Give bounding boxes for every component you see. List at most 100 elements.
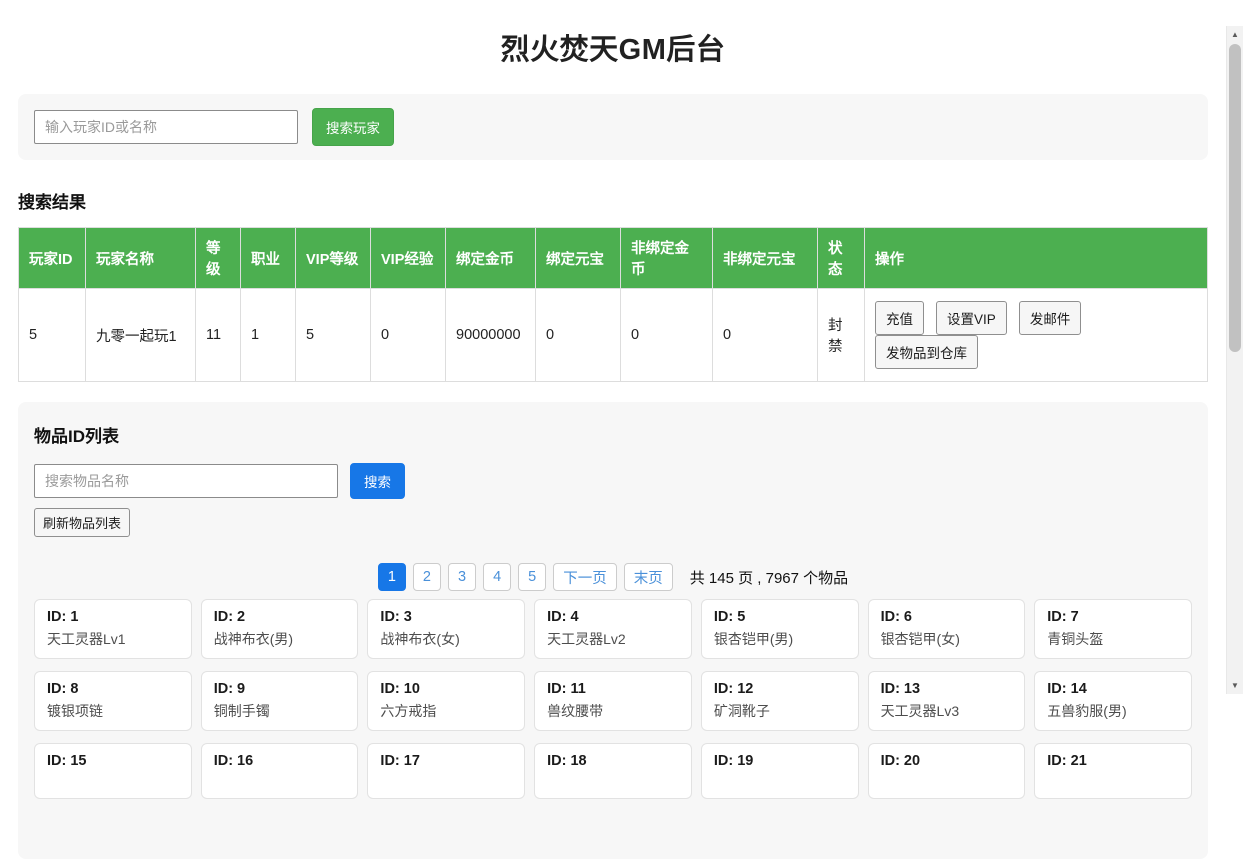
- item-name: 铜制手镯: [214, 701, 346, 721]
- actions-cell: 充值 设置VIP 发邮件 发物品到仓库: [865, 289, 1208, 382]
- set-vip-button[interactable]: 设置VIP: [936, 301, 1007, 335]
- item-id: ID: 2: [214, 609, 346, 625]
- item-card[interactable]: ID: 10 六方戒指: [367, 671, 525, 731]
- player-name-cell: 九零一起玩1: [86, 289, 196, 382]
- item-card[interactable]: ID: 3 战神布衣(女): [367, 599, 525, 659]
- bound-yuanbao-cell: 0: [536, 289, 621, 382]
- item-name: [547, 773, 679, 789]
- item-name: [1047, 773, 1179, 789]
- item-search-row: 搜索: [34, 463, 1192, 499]
- item-name: 天工灵器Lv3: [881, 701, 1013, 721]
- page-button-5[interactable]: 5: [518, 563, 546, 591]
- refresh-items-button[interactable]: 刷新物品列表: [34, 508, 130, 537]
- item-card[interactable]: ID: 1 天工灵器Lv1: [34, 599, 192, 659]
- item-id: ID: 20: [881, 753, 1013, 769]
- status-cell: 封禁: [818, 289, 865, 382]
- item-card[interactable]: ID: 4 天工灵器Lv2: [534, 599, 692, 659]
- search-player-button[interactable]: 搜索玩家: [312, 108, 394, 146]
- item-card[interactable]: ID: 5 银杏铠甲(男): [701, 599, 859, 659]
- scroll-up-icon[interactable]: ▲: [1227, 26, 1243, 43]
- scrollbar-thumb[interactable]: [1229, 44, 1241, 352]
- unbound-yuanbao-cell: 0: [713, 289, 818, 382]
- player-search-panel: 搜索玩家: [18, 94, 1208, 160]
- column-header: 非绑定金币: [621, 228, 713, 289]
- item-id: ID: 1: [47, 609, 179, 625]
- item-name: 战神布衣(女): [380, 629, 512, 649]
- item-card[interactable]: ID: 16: [201, 743, 359, 799]
- item-id: ID: 4: [547, 609, 679, 625]
- item-card[interactable]: ID: 2 战神布衣(男): [201, 599, 359, 659]
- player-id-cell: 5: [19, 289, 86, 382]
- item-name: [380, 773, 512, 789]
- column-header: 等级: [196, 228, 241, 289]
- page-button-1[interactable]: 1: [378, 563, 406, 591]
- items-panel: 物品ID列表 搜索 刷新物品列表 1 2 3 4 5 下一页 末页 共 145 …: [18, 402, 1208, 859]
- item-name: 六方戒指: [380, 701, 512, 721]
- item-card[interactable]: ID: 21: [1034, 743, 1192, 799]
- item-id: ID: 10: [380, 681, 512, 697]
- item-card[interactable]: ID: 7 青铜头盔: [1034, 599, 1192, 659]
- last-page-button[interactable]: 末页: [624, 563, 673, 591]
- item-id: ID: 9: [214, 681, 346, 697]
- page-button-3[interactable]: 3: [448, 563, 476, 591]
- item-card[interactable]: ID: 20: [868, 743, 1026, 799]
- item-card[interactable]: ID: 18: [534, 743, 692, 799]
- column-header: VIP等级: [296, 228, 371, 289]
- item-id: ID: 18: [547, 753, 679, 769]
- item-grid: ID: 1 天工灵器Lv1 ID: 2 战神布衣(男) ID: 3 战神布衣(女…: [34, 599, 1192, 799]
- item-id: ID: 3: [380, 609, 512, 625]
- item-name: [881, 773, 1013, 789]
- item-name: 镀银项链: [47, 701, 179, 721]
- column-header: 非绑定元宝: [713, 228, 818, 289]
- item-name: 兽纹腰带: [547, 701, 679, 721]
- search-results-heading: 搜索结果: [18, 188, 1208, 213]
- player-table-header: 玩家ID玩家名称等级职业VIP等级VIP经验绑定金币绑定元宝非绑定金币非绑定元宝…: [19, 228, 1208, 289]
- column-header: 职业: [241, 228, 296, 289]
- send-item-to-warehouse-button[interactable]: 发物品到仓库: [875, 335, 978, 369]
- send-mail-button[interactable]: 发邮件: [1019, 301, 1082, 335]
- column-header: VIP经验: [371, 228, 446, 289]
- item-name: 矿洞靴子: [714, 701, 846, 721]
- item-name: [214, 773, 346, 789]
- item-id: ID: 11: [547, 681, 679, 697]
- item-card[interactable]: ID: 15: [34, 743, 192, 799]
- column-header: 绑定金币: [446, 228, 536, 289]
- item-card[interactable]: ID: 14 五兽豹服(男): [1034, 671, 1192, 731]
- page-title: 烈火焚天GM后台: [18, 26, 1208, 68]
- item-id: ID: 8: [47, 681, 179, 697]
- scrollbar[interactable]: ▲ ▼: [1226, 26, 1243, 694]
- recharge-button[interactable]: 充值: [875, 301, 924, 335]
- item-id: ID: 21: [1047, 753, 1179, 769]
- next-page-button[interactable]: 下一页: [553, 563, 617, 591]
- page-container: 烈火焚天GM后台 搜索玩家 搜索结果 玩家ID玩家名称等级职业VIP等级VIP经…: [0, 26, 1226, 859]
- item-card[interactable]: ID: 12 矿洞靴子: [701, 671, 859, 731]
- item-id: ID: 16: [214, 753, 346, 769]
- player-search-input[interactable]: [34, 110, 298, 144]
- item-id: ID: 13: [881, 681, 1013, 697]
- unbound-gold-cell: 0: [621, 289, 713, 382]
- item-card[interactable]: ID: 13 天工灵器Lv3: [868, 671, 1026, 731]
- column-header: 玩家ID: [19, 228, 86, 289]
- item-card[interactable]: ID: 17: [367, 743, 525, 799]
- player-table-row: 5 九零一起玩1 11 1 5 0 90000000 0 0 0 封禁 充值 设…: [19, 289, 1208, 382]
- item-search-input[interactable]: [34, 464, 338, 498]
- column-header: 玩家名称: [86, 228, 196, 289]
- item-card[interactable]: ID: 9 铜制手镯: [201, 671, 359, 731]
- item-card[interactable]: ID: 11 兽纹腰带: [534, 671, 692, 731]
- page-button-2[interactable]: 2: [413, 563, 441, 591]
- item-card[interactable]: ID: 19: [701, 743, 859, 799]
- item-name: 五兽豹服(男): [1047, 701, 1179, 721]
- page-button-4[interactable]: 4: [483, 563, 511, 591]
- item-card[interactable]: ID: 8 镀银项链: [34, 671, 192, 731]
- item-name: 天工灵器Lv2: [547, 629, 679, 649]
- bound-gold-cell: 90000000: [446, 289, 536, 382]
- scroll-down-icon[interactable]: ▼: [1227, 677, 1243, 694]
- item-id: ID: 15: [47, 753, 179, 769]
- item-id: ID: 7: [1047, 609, 1179, 625]
- item-id: ID: 12: [714, 681, 846, 697]
- pagination: 1 2 3 4 5 下一页 末页 共 145 页 , 7967 个物品: [34, 563, 1192, 591]
- column-header: 绑定元宝: [536, 228, 621, 289]
- items-heading: 物品ID列表: [34, 422, 1192, 447]
- item-search-button[interactable]: 搜索: [350, 463, 405, 499]
- item-card[interactable]: ID: 6 银杏铠甲(女): [868, 599, 1026, 659]
